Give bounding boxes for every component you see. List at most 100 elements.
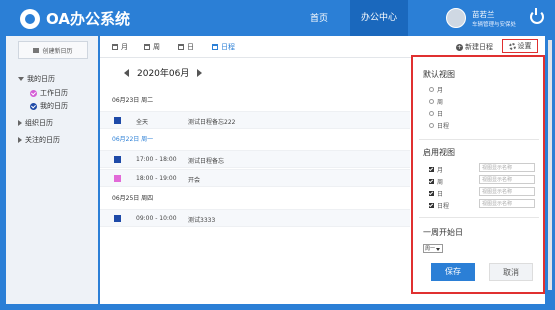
prev-month-icon[interactable]: [124, 68, 129, 77]
enable-month-checkbox[interactable]: 月: [429, 165, 443, 174]
radio-label: 周: [437, 99, 444, 106]
sidebar-item-label: 我的日历: [40, 102, 68, 110]
list-item[interactable]: 09:00 - 10:00 测试3333: [100, 209, 410, 227]
week-alias-input[interactable]: 视图显示名称: [479, 175, 535, 184]
event-time: 17:00 - 18:00: [136, 156, 177, 163]
new-schedule-button[interactable]: + 新建日程: [456, 42, 493, 52]
save-button[interactable]: 保存: [431, 263, 475, 281]
event-title: 测试3333: [188, 217, 216, 224]
sidebar-item-org-calendar[interactable]: 组织日历: [18, 118, 53, 128]
app-title: OA办公系统: [46, 10, 130, 28]
tab-month[interactable]: 月: [112, 42, 128, 52]
tab-week[interactable]: 周: [144, 42, 160, 52]
create-calendar-button[interactable]: 创建新日历: [18, 41, 88, 59]
event-title: 开会: [188, 177, 201, 184]
divider: [419, 217, 539, 218]
event-color-icon: [114, 156, 121, 163]
checkbox-label: 日: [437, 191, 444, 198]
list-item[interactable]: 18:00 - 19:00 开会: [100, 169, 410, 187]
avatar[interactable]: [446, 8, 466, 28]
date-header: 06月23日 周二: [112, 97, 154, 104]
radio-icon: [429, 123, 434, 128]
sidebar-item-followed-calendar[interactable]: 关注的日历: [18, 135, 60, 145]
scrollbar[interactable]: [548, 40, 552, 290]
create-calendar-label: 创建新日历: [42, 47, 73, 55]
event-title: 测试日程备忘: [188, 158, 225, 165]
check-icon: [30, 89, 37, 97]
day-alias-input[interactable]: 视图显示名称: [479, 187, 535, 196]
tab-schedule[interactable]: 日程: [212, 42, 235, 52]
event-color-icon: [114, 175, 121, 182]
new-schedule-label: 新建日程: [465, 43, 493, 51]
radio-label: 月: [437, 87, 444, 94]
settings-button[interactable]: 设置: [502, 39, 538, 53]
divider: [419, 139, 539, 140]
gear-icon: [508, 42, 516, 50]
sidebar-item-label: 工作日历: [40, 89, 68, 97]
calendar-icon: [112, 44, 118, 50]
power-icon[interactable]: [530, 8, 544, 24]
tab-label: 日: [187, 43, 194, 51]
event-time: 18:00 - 19:00: [136, 175, 177, 182]
month-alias-input[interactable]: 视图显示名称: [479, 163, 535, 172]
nav-home[interactable]: 首页: [310, 11, 328, 24]
user-name: 苗若兰: [472, 10, 495, 19]
sidebar-item-label: 我的日历: [27, 75, 55, 83]
sidebar: 创建新日历 我的日历 工作日历 我的日历 组织日历 关注的日历: [6, 36, 98, 304]
enable-week-checkbox[interactable]: 周: [429, 177, 443, 186]
event-time: 09:00 - 10:00: [136, 215, 177, 222]
tab-label: 日程: [221, 43, 235, 51]
list-item[interactable]: 全天 测试日程备忘222: [100, 111, 410, 129]
checkbox-icon: [429, 179, 434, 184]
radio-month[interactable]: 月: [429, 85, 443, 94]
nav-office-center[interactable]: 办公中心: [350, 0, 408, 36]
radio-icon: [429, 87, 434, 92]
app-logo-icon: [20, 9, 40, 29]
tab-label: 月: [121, 43, 128, 51]
radio-icon: [429, 99, 434, 104]
chevron-right-icon: [18, 137, 22, 143]
event-color-icon: [114, 215, 121, 222]
radio-week[interactable]: 周: [429, 97, 443, 106]
settings-panel: 默认视图 月 周 日 日程 启用视图 月 视图显示名称 周 视图显示名称 日 视…: [411, 55, 545, 294]
list-item[interactable]: 17:00 - 18:00 测试日程备忘: [100, 150, 410, 168]
radio-schedule[interactable]: 日程: [429, 121, 449, 130]
next-month-icon[interactable]: [197, 68, 203, 77]
checkbox-icon: [429, 203, 434, 208]
checkbox-icon: [429, 191, 434, 196]
tab-day[interactable]: 日: [178, 42, 194, 52]
chevron-down-icon: [18, 77, 24, 81]
sidebar-item-label: 关注的日历: [25, 136, 60, 144]
settings-label: 设置: [517, 42, 532, 50]
date-header: 06月22日 周一: [100, 133, 410, 147]
checkbox-label: 日程: [437, 203, 450, 210]
event-time: 全天: [136, 119, 149, 126]
chevron-right-icon: [18, 120, 22, 126]
date-header: 06月25日 周四: [112, 195, 154, 202]
checkbox-label: 周: [437, 179, 444, 186]
schedule-alias-input[interactable]: 视图显示名称: [479, 199, 535, 208]
top-bar: OA办公系统 首页 办公中心 苗若兰 车辆管理与安保处: [0, 0, 555, 36]
checkbox-label: 月: [437, 167, 444, 174]
radio-label: 日: [437, 111, 444, 118]
calendar-icon: [178, 44, 184, 50]
enable-day-checkbox[interactable]: 日: [429, 189, 443, 198]
sidebar-item-my-calendar[interactable]: 我的日历: [18, 74, 55, 84]
enable-schedule-checkbox[interactable]: 日程: [429, 201, 449, 210]
sidebar-item-mine[interactable]: 我的日历: [30, 101, 68, 111]
cancel-button[interactable]: 取消: [489, 263, 533, 281]
month-label: 2020年06月: [137, 69, 190, 79]
calendar-add-icon: [33, 47, 40, 53]
radio-icon: [429, 111, 434, 116]
enabled-view-title: 启用视图: [423, 148, 455, 157]
check-icon: [30, 102, 37, 110]
week-start-title: 一周开始日: [423, 228, 463, 237]
radio-day[interactable]: 日: [429, 109, 443, 118]
user-dept: 车辆管理与安保处: [472, 22, 517, 28]
sidebar-item-work-calendar[interactable]: 工作日历: [30, 88, 68, 98]
event-title: 测试日程备忘222: [188, 119, 236, 126]
month-navigator: 2020年06月: [124, 66, 203, 79]
plus-icon: +: [456, 43, 463, 51]
checkbox-icon: [429, 167, 434, 172]
week-start-select[interactable]: 周一: [423, 244, 443, 253]
